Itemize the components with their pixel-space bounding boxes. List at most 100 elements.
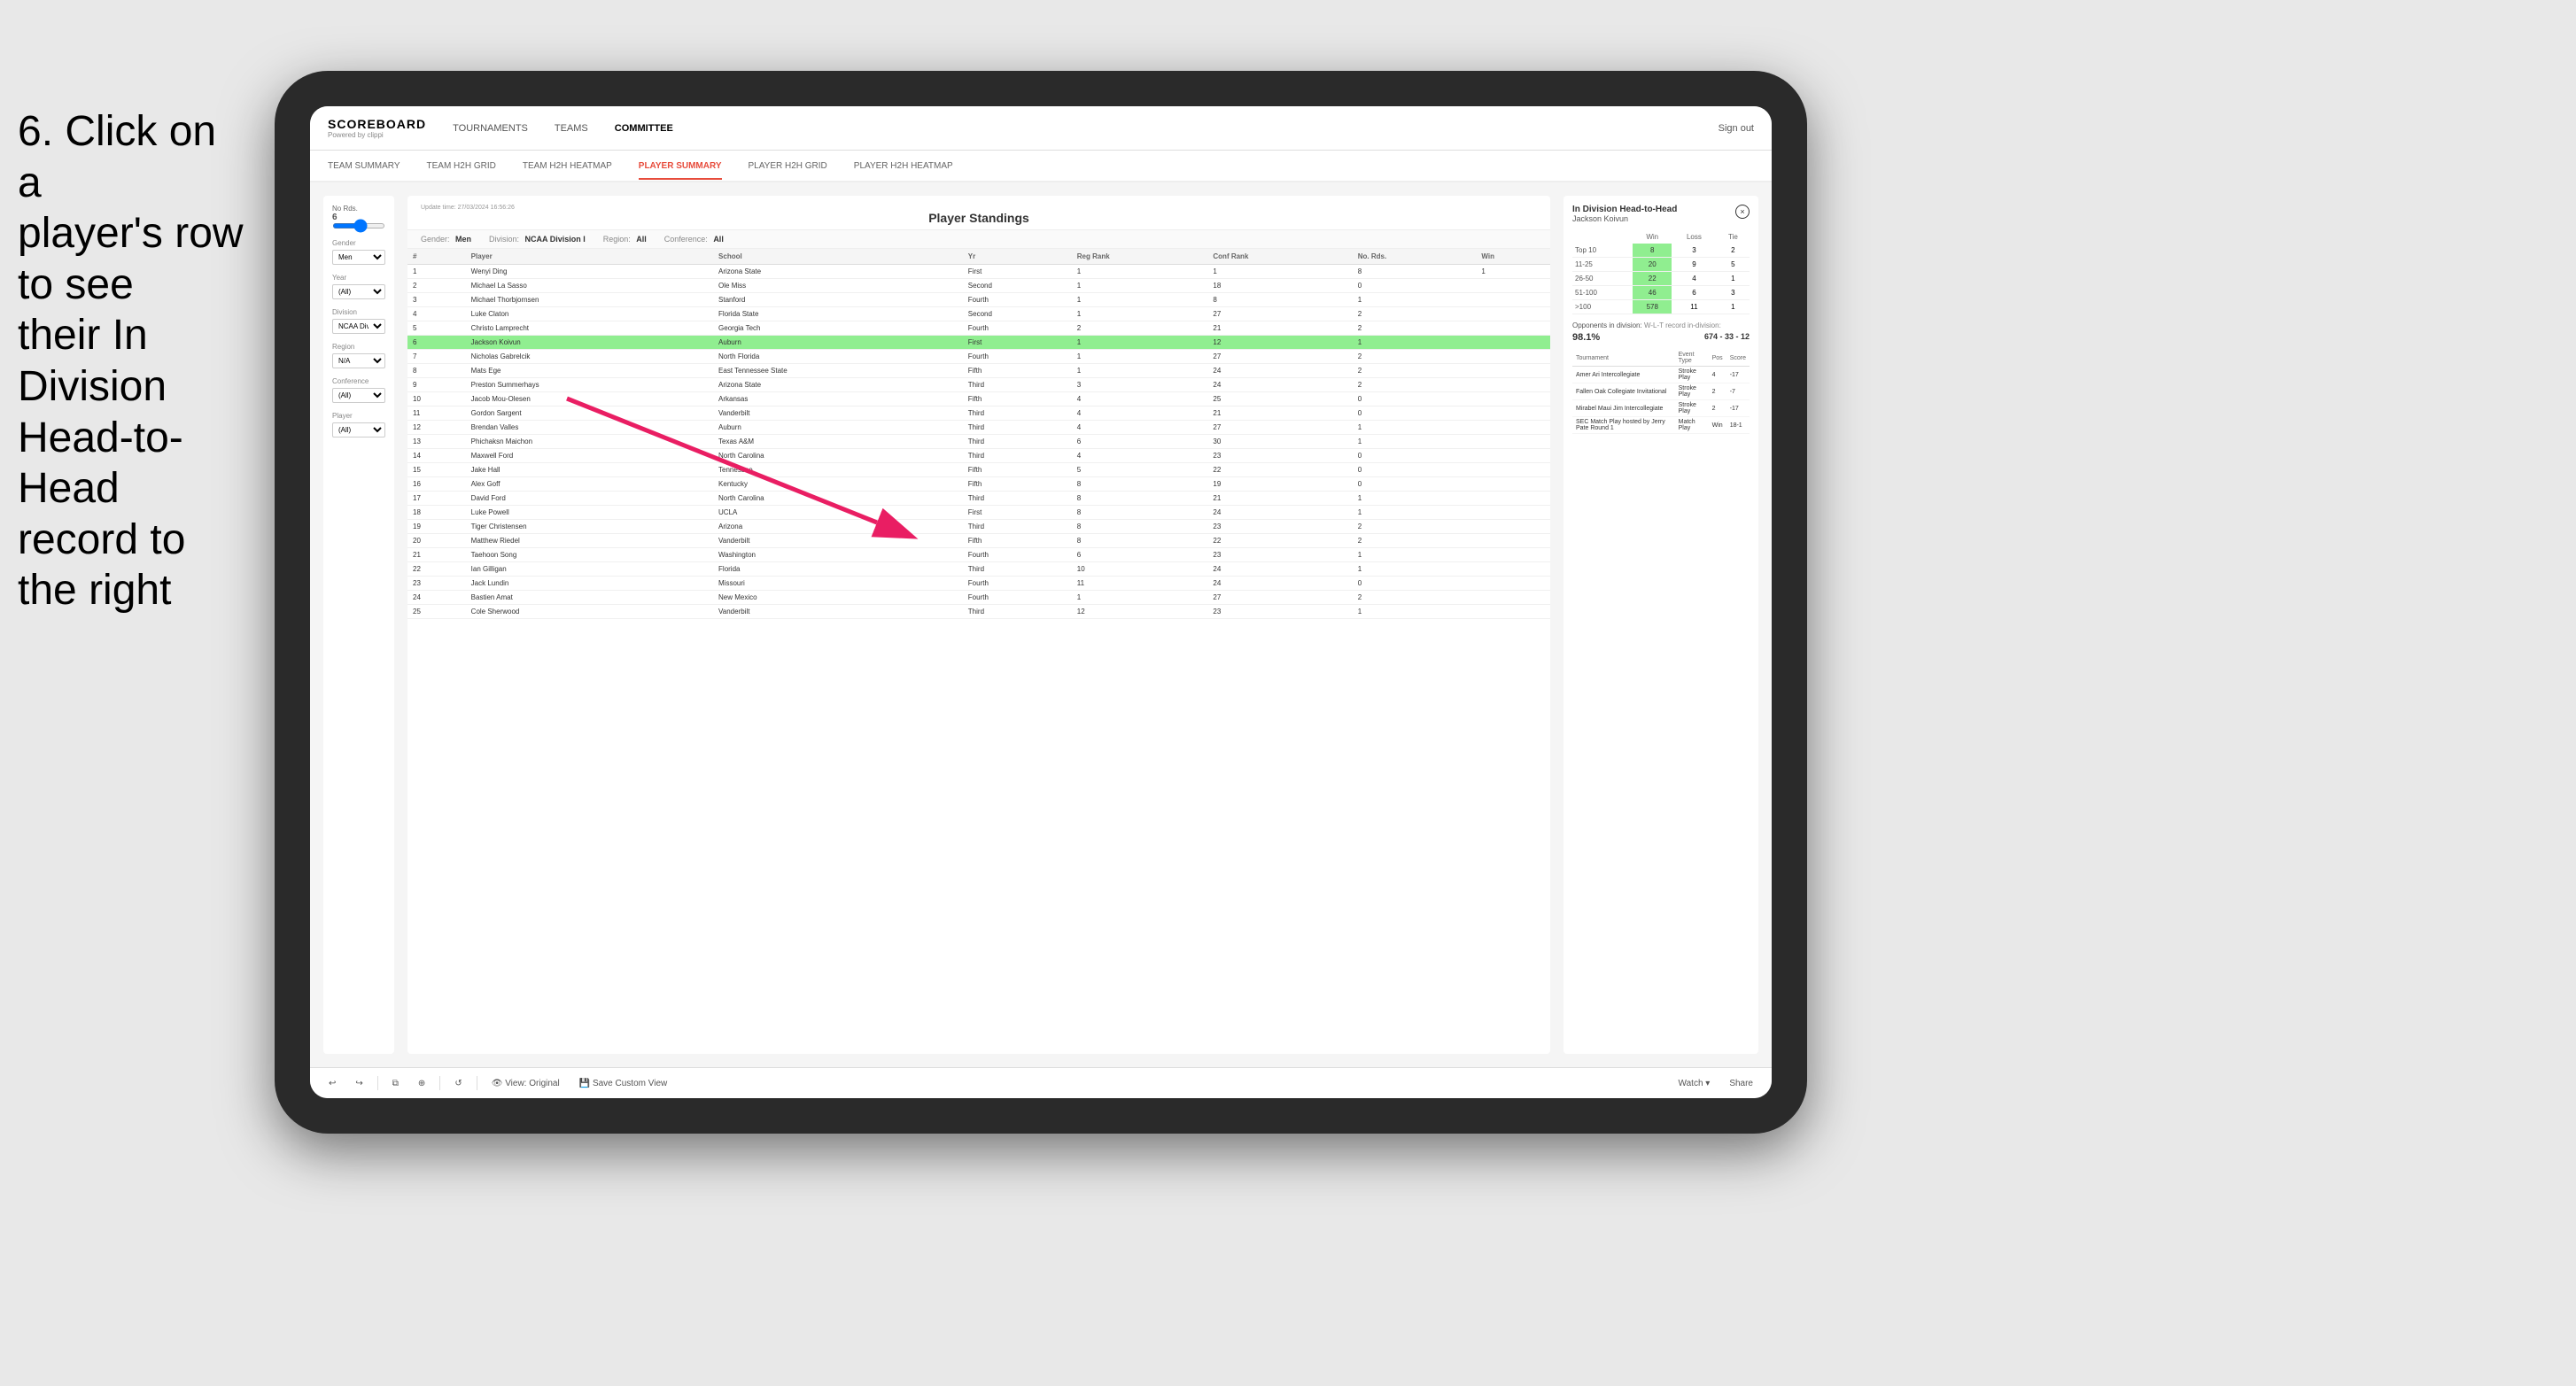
- wlt-record: 674 - 33 - 12: [1704, 332, 1750, 343]
- tab-player-summary[interactable]: PLAYER SUMMARY: [639, 154, 722, 180]
- tab-player-h2h-grid[interactable]: PLAYER H2H GRID: [749, 154, 827, 180]
- filter-row: Gender: Men Division: NCAA Division I Re…: [407, 230, 1550, 249]
- cell-yr: First: [963, 265, 1072, 279]
- player-row-7[interactable]: 7 Nicholas Gabrelcik North Florida Fourt…: [407, 350, 1550, 364]
- player-row-2[interactable]: 2 Michael La Sasso Ole Miss Second 1 18 …: [407, 279, 1550, 293]
- cell-yr: Fourth: [963, 293, 1072, 307]
- h2h-close-button[interactable]: ×: [1735, 205, 1750, 219]
- region-select[interactable]: N/A: [332, 353, 385, 368]
- player-row-11[interactable]: 11 Gordon Sargent Vanderbilt Third 4 21 …: [407, 407, 1550, 421]
- player-row-1[interactable]: 1 Wenyi Ding Arizona State First 1 1 8 1: [407, 265, 1550, 279]
- cell-player: Bastien Amat: [466, 591, 713, 605]
- cell-num: 22: [407, 562, 466, 577]
- cell-win: [1476, 407, 1550, 421]
- refresh-btn[interactable]: ↺: [449, 1076, 467, 1091]
- division-select[interactable]: NCAA Division I: [332, 319, 385, 334]
- no-rds-slider[interactable]: [332, 223, 385, 228]
- player-row-19[interactable]: 19 Tiger Christensen Arizona Third 8 23 …: [407, 520, 1550, 534]
- cell-win: [1476, 321, 1550, 336]
- paste-btn[interactable]: ⊕: [413, 1076, 431, 1091]
- player-row-5[interactable]: 5 Christo Lamprecht Georgia Tech Fourth …: [407, 321, 1550, 336]
- player-row-16[interactable]: 16 Alex Goff Kentucky Fifth 8 19 0: [407, 477, 1550, 492]
- year-select[interactable]: (All): [332, 284, 385, 299]
- player-row-23[interactable]: 23 Jack Lundin Missouri Fourth 11 24 0: [407, 577, 1550, 591]
- cell-conf: 22: [1207, 534, 1352, 548]
- cell-school: Florida State: [713, 307, 963, 321]
- player-row-24[interactable]: 24 Bastien Amat New Mexico Fourth 1 27 2: [407, 591, 1550, 605]
- gender-select[interactable]: Men: [332, 250, 385, 265]
- view-original-btn[interactable]: 👁 View: Original: [486, 1076, 565, 1091]
- cell-conf: 24: [1207, 364, 1352, 378]
- cell-conf: 21: [1207, 407, 1352, 421]
- cell-school: Washington: [713, 548, 963, 562]
- player-row-14[interactable]: 14 Maxwell Ford North Carolina Third 4 2…: [407, 449, 1550, 463]
- h2h-panel: In Division Head-to-Head Jackson Koivun …: [1563, 196, 1758, 1054]
- cell-conf: 25: [1207, 392, 1352, 407]
- watch-btn[interactable]: Watch ▾: [1673, 1076, 1716, 1091]
- tab-team-h2h-grid[interactable]: TEAM H2H GRID: [427, 154, 496, 180]
- conference-select[interactable]: (All): [332, 388, 385, 403]
- player-select[interactable]: (All): [332, 422, 385, 437]
- cell-win: [1476, 477, 1550, 492]
- tab-player-h2h-heatmap[interactable]: PLAYER H2H HEATMAP: [854, 154, 953, 180]
- h2h-win: 578: [1633, 300, 1672, 314]
- tab-team-h2h-heatmap[interactable]: TEAM H2H HEATMAP: [523, 154, 612, 180]
- undo-btn[interactable]: ↩: [323, 1076, 341, 1091]
- update-time: Update time: 27/03/2024 16:56:26: [421, 205, 1537, 211]
- player-row-17[interactable]: 17 David Ford North Carolina Third 8 21 …: [407, 492, 1550, 506]
- cell-win: [1476, 421, 1550, 435]
- save-custom-btn[interactable]: 💾 Save Custom View: [574, 1076, 673, 1091]
- conference-label: Conference: [332, 377, 385, 385]
- cell-num: 16: [407, 477, 466, 492]
- nav-teams[interactable]: TEAMS: [555, 120, 588, 137]
- cell-conf: 18: [1207, 279, 1352, 293]
- tab-team-summary[interactable]: TEAM SUMMARY: [328, 154, 400, 180]
- cell-reg: 4: [1072, 407, 1208, 421]
- cell-win: [1476, 392, 1550, 407]
- cell-rds: 8: [1353, 265, 1477, 279]
- player-row-22[interactable]: 22 Ian Gilligan Florida Third 10 24 1: [407, 562, 1550, 577]
- player-row-9[interactable]: 9 Preston Summerhays Arizona State Third…: [407, 378, 1550, 392]
- player-row-8[interactable]: 8 Mats Ege East Tennessee State Fifth 1 …: [407, 364, 1550, 378]
- player-row-21[interactable]: 21 Taehoon Song Washington Fourth 6 23 1: [407, 548, 1550, 562]
- cell-num: 7: [407, 350, 466, 364]
- cell-reg: 8: [1072, 506, 1208, 520]
- redo-btn[interactable]: ↪: [350, 1076, 368, 1091]
- h2h-win: 20: [1633, 258, 1672, 272]
- cell-player: Phichaksn Maichon: [466, 435, 713, 449]
- cell-conf: 27: [1207, 350, 1352, 364]
- toolbar-sep1: [377, 1076, 378, 1090]
- cell-win: [1476, 307, 1550, 321]
- player-row-4[interactable]: 4 Luke Claton Florida State Second 1 27 …: [407, 307, 1550, 321]
- cell-school: Vanderbilt: [713, 407, 963, 421]
- player-row-6[interactable]: 6 Jackson Koivun Auburn First 1 12 1: [407, 336, 1550, 350]
- h2h-tie: 5: [1717, 258, 1750, 272]
- cell-school: Missouri: [713, 577, 963, 591]
- sign-out-button[interactable]: Sign out: [1719, 123, 1754, 134]
- player-row-20[interactable]: 20 Matthew Riedel Vanderbilt Fifth 8 22 …: [407, 534, 1550, 548]
- player-row-12[interactable]: 12 Brendan Valles Auburn Third 4 27 1: [407, 421, 1550, 435]
- cell-yr: Fourth: [963, 321, 1072, 336]
- player-row-10[interactable]: 10 Jacob Mou-Olesen Arkansas Fifth 4 25 …: [407, 392, 1550, 407]
- player-row-25[interactable]: 25 Cole Sherwood Vanderbilt Third 12 23 …: [407, 605, 1550, 619]
- nav-tournaments[interactable]: TOURNAMENTS: [453, 120, 528, 137]
- cell-yr: Fifth: [963, 364, 1072, 378]
- player-row-15[interactable]: 15 Jake Hall Tennessee Fifth 5 22 0: [407, 463, 1550, 477]
- player-row-3[interactable]: 3 Michael Thorbjornsen Stanford Fourth 1…: [407, 293, 1550, 307]
- cell-rds: 0: [1353, 577, 1477, 591]
- copy-btn[interactable]: ⧉: [387, 1076, 404, 1091]
- nav-committee[interactable]: COMMITTEE: [615, 120, 673, 137]
- share-btn[interactable]: Share: [1724, 1076, 1758, 1091]
- region-label: Region: [332, 343, 385, 351]
- conference-filter: Conference (All): [332, 377, 385, 403]
- opponents-pct: 98.1%: [1572, 332, 1600, 343]
- cell-num: 19: [407, 520, 466, 534]
- nav-bar: SCOREBOARD Powered by clippi TOURNAMENTS…: [310, 106, 1772, 151]
- cell-num: 15: [407, 463, 466, 477]
- cell-reg: 6: [1072, 435, 1208, 449]
- player-row-13[interactable]: 13 Phichaksn Maichon Texas A&M Third 6 3…: [407, 435, 1550, 449]
- cell-num: 9: [407, 378, 466, 392]
- cell-reg: 1: [1072, 279, 1208, 293]
- player-row-18[interactable]: 18 Luke Powell UCLA First 8 24 1: [407, 506, 1550, 520]
- cell-win: [1476, 350, 1550, 364]
